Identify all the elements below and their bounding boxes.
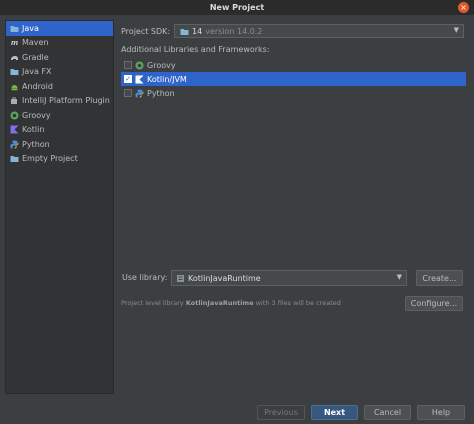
previous-button[interactable]: Previous xyxy=(257,405,305,420)
cancel-button[interactable]: Cancel xyxy=(364,405,411,420)
window-title: New Project xyxy=(209,3,265,12)
sdk-folder-icon xyxy=(180,27,189,36)
sidebar-item-label: Java FX xyxy=(22,67,52,77)
project-type-list[interactable]: Java m Maven Gradle Java FX Android Inte… xyxy=(5,20,114,394)
sidebar-item-label: Java xyxy=(22,23,39,33)
gradle-icon xyxy=(10,53,19,62)
sidebar-item-intellij-platform-plugin[interactable]: IntelliJ Platform Plugin xyxy=(6,94,113,109)
sdk-select[interactable]: 14 version 14.0.2 ▼ xyxy=(174,24,464,38)
sidebar-item-gradle[interactable]: Gradle xyxy=(6,50,113,65)
chevron-down-icon[interactable]: ▼ xyxy=(397,273,402,281)
sidebar-item-android[interactable]: Android xyxy=(6,79,113,94)
sdk-version: version 14.0.2 xyxy=(205,26,263,36)
python-icon xyxy=(10,140,19,149)
library-value: KotlinJavaRuntime xyxy=(188,273,261,283)
framework-label: Python xyxy=(147,88,175,98)
next-button[interactable]: Next xyxy=(311,405,358,420)
checkbox[interactable] xyxy=(124,61,132,69)
groovy-icon xyxy=(10,111,19,120)
sidebar-item-java[interactable]: Java xyxy=(6,21,113,36)
sidebar-item-label: IntelliJ Platform Plugin xyxy=(22,96,110,106)
sidebar-item-label: Android xyxy=(22,81,53,91)
settings-panel: Project SDK: 14 version 14.0.2 ▼ Additio… xyxy=(121,20,466,394)
framework-label: Kotlin/JVM xyxy=(147,74,187,84)
library-icon xyxy=(176,274,185,283)
library-select[interactable]: KotlinJavaRuntime ▼ xyxy=(171,270,407,286)
help-button[interactable]: Help xyxy=(417,405,465,420)
chevron-down-icon[interactable]: ▼ xyxy=(454,26,459,34)
sdk-label: Project SDK: xyxy=(121,26,171,36)
sidebar-item-maven[interactable]: m Maven xyxy=(6,36,113,51)
frameworks-label: Additional Libraries and Frameworks: xyxy=(121,45,270,54)
library-label: Use library: xyxy=(122,273,168,282)
folder-icon xyxy=(10,154,19,163)
frameworks-list: Groovy ✓ Kotlin/JVM Python xyxy=(121,58,466,100)
plugin-icon xyxy=(10,96,19,105)
folder-icon xyxy=(10,24,19,33)
android-icon xyxy=(10,82,19,91)
library-note: Project level library KotlinJavaRuntime … xyxy=(121,299,341,307)
library-note-name: KotlinJavaRuntime xyxy=(185,299,254,307)
sidebar-item-groovy[interactable]: Groovy xyxy=(6,108,113,123)
framework-label: Groovy xyxy=(147,60,176,70)
sdk-value: 14 xyxy=(192,26,203,36)
configure-button[interactable]: Configure... xyxy=(405,296,463,311)
python-icon xyxy=(135,89,144,98)
checkbox-checked[interactable]: ✓ xyxy=(124,75,132,83)
library-row: Use library: KotlinJavaRuntime ▼ Create.… xyxy=(121,270,466,286)
sidebar-item-kotlin[interactable]: Kotlin xyxy=(6,123,113,138)
sidebar-item-javafx[interactable]: Java FX xyxy=(6,65,113,80)
framework-item-kotlin-jvm[interactable]: ✓ Kotlin/JVM xyxy=(121,72,466,86)
sidebar-item-label: Gradle xyxy=(22,52,49,62)
sdk-row: Project SDK: 14 version 14.0.2 ▼ xyxy=(121,24,466,38)
sidebar-item-python[interactable]: Python xyxy=(6,137,113,152)
maven-icon: m xyxy=(10,38,19,47)
library-note-prefix: Project level library xyxy=(121,299,184,307)
checkbox[interactable] xyxy=(124,89,132,97)
groovy-icon xyxy=(135,61,144,70)
close-icon[interactable]: × xyxy=(458,2,469,13)
kotlin-icon xyxy=(135,75,144,84)
sidebar-item-label: Kotlin xyxy=(22,125,45,135)
library-note-suffix: with 3 files will be created xyxy=(255,299,341,307)
sidebar-item-empty-project[interactable]: Empty Project xyxy=(6,152,113,167)
folder-icon xyxy=(10,67,19,76)
kotlin-icon xyxy=(10,125,19,134)
sidebar-item-label: Maven xyxy=(22,38,49,48)
sidebar-item-label: Empty Project xyxy=(22,154,78,164)
sidebar-item-label: Groovy xyxy=(22,110,51,120)
framework-item-python[interactable]: Python xyxy=(121,86,466,100)
framework-item-groovy[interactable]: Groovy xyxy=(121,58,466,72)
title-bar: New Project × xyxy=(0,0,474,15)
create-button[interactable]: Create... xyxy=(416,270,463,286)
sidebar-item-label: Python xyxy=(22,139,50,149)
